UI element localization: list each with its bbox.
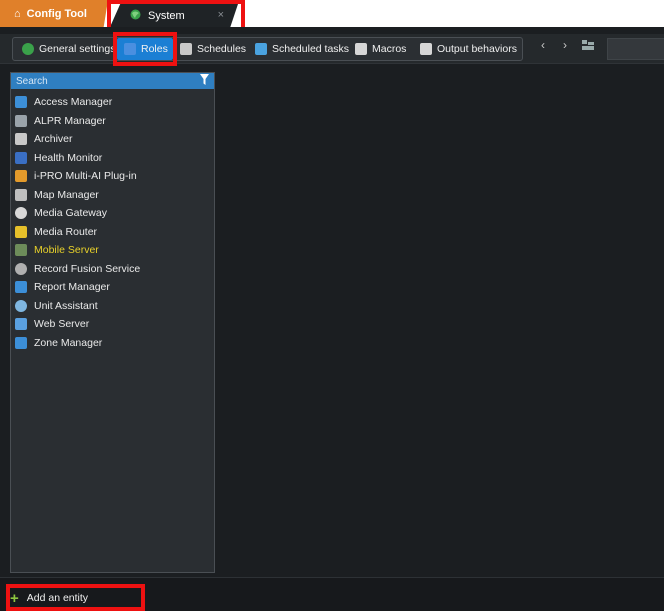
globe-icon [130,9,141,23]
calendar-icon [180,43,192,55]
tab-macros[interactable]: Macros [355,38,406,60]
home-icon: ⌂ [14,7,21,20]
tab-roles-label: Roles [141,43,168,55]
plus-icon: + [10,589,19,607]
plugin-icon [15,170,27,183]
list-item-label: Zone Manager [34,336,103,349]
back-button[interactable]: ‹ [541,38,545,52]
access-manager-icon [15,96,27,109]
mobile-server-icon [15,244,27,257]
list-item-label: Archiver [34,133,73,146]
list-item-label: i-PRO Multi-AI Plug-in [34,170,137,183]
list-item-label: Report Manager [34,281,110,294]
tab-system-label: System [148,9,185,22]
tab-schedules[interactable]: Schedules [180,38,246,60]
main-content-area [216,65,664,576]
roles-icon [124,43,136,55]
list-item-unit-assistant[interactable]: Unit Assistant [11,297,214,316]
list-item-media-gateway[interactable]: Media Gateway [11,204,214,223]
health-monitor-icon [15,151,27,164]
bottom-bar: + Add an entity [0,577,664,611]
task-toolbar: General settings Roles Schedules Schedul… [0,34,664,64]
list-item-report-manager[interactable]: Report Manager [11,278,214,297]
tab-scheduled-tasks-label: Scheduled tasks [272,43,350,55]
archiver-icon [15,133,27,146]
list-item-label: Unit Assistant [34,299,98,312]
tab-config-tool-label: Config Tool [26,7,87,20]
tab-system[interactable]: System × [110,4,238,27]
list-item-label: ALPR Manager [34,114,106,127]
map-manager-icon [15,188,27,201]
tab-config-tool[interactable]: ⌂ Config Tool [0,0,108,27]
list-item-label: Health Monitor [34,151,103,164]
toolbar-search-input[interactable] [607,38,664,60]
tab-macros-label: Macros [372,43,407,55]
app-body: General settings Roles Schedules Schedul… [0,27,664,611]
list-item-record-fusion[interactable]: Record Fusion Service [11,260,214,279]
filter-icon[interactable] [200,74,209,88]
globe-icon [22,43,34,55]
report-manager-icon [15,281,27,294]
list-item-label: Access Manager [34,96,113,109]
zone-manager-icon [15,336,27,349]
tasks-icon[interactable] [582,40,594,54]
list-item-label: Record Fusion Service [34,262,141,275]
list-item-label: Map Manager [34,188,99,201]
list-item-archiver[interactable]: Archiver [11,130,214,149]
macro-icon [355,43,367,55]
list-item-health-monitor[interactable]: Health Monitor [11,149,214,168]
add-entity-label: Add an entity [26,592,89,604]
list-item-alpr-manager[interactable]: ALPR Manager [11,112,214,131]
list-item-label: Mobile Server [34,244,99,257]
search-placeholder: Search [16,75,48,87]
unit-assistant-icon [15,299,27,312]
list-item-mobile-server[interactable]: Mobile Server [11,241,214,260]
close-icon[interactable]: × [218,9,224,21]
list-item-label: Media Router [34,225,98,238]
tab-scheduled-tasks[interactable]: Scheduled tasks [255,38,349,60]
output-icon [420,43,432,55]
list-item-access-manager[interactable]: Access Manager [11,93,214,112]
toolbar-group: General settings Roles Schedules Schedul… [12,37,523,61]
record-fusion-icon [15,262,27,275]
roles-list: Access Manager ALPR Manager Archiver Hea… [11,93,214,352]
tab-output-behaviors-label: Output behaviors [437,43,517,55]
tab-roles[interactable]: Roles [117,38,173,60]
list-item-map-manager[interactable]: Map Manager [11,186,214,205]
tab-strip: ⌂ Config Tool System × [0,0,664,27]
list-item-media-router[interactable]: Media Router [11,223,214,242]
list-item-label: Media Gateway [34,207,107,220]
alpr-manager-icon [15,114,27,127]
list-item-ipro-plugin[interactable]: i-PRO Multi-AI Plug-in [11,167,214,186]
media-gateway-icon [15,207,27,220]
tab-general-settings[interactable]: General settings [22,38,115,60]
search-input[interactable]: Search [11,73,214,89]
media-router-icon [15,225,27,238]
list-item-label: Web Server [34,318,90,331]
tab-general-settings-label: General settings [39,43,116,55]
list-item-web-server[interactable]: Web Server [11,315,214,334]
scheduled-task-icon [255,43,267,55]
tab-output-behaviors[interactable]: Output behaviors [420,38,517,60]
add-entity-button[interactable]: + Add an entity [10,590,88,606]
web-server-icon [15,318,27,331]
roles-panel: Search Access Manager ALPR Manager Archi… [10,72,215,573]
tab-schedules-label: Schedules [197,43,247,55]
forward-button[interactable]: › [563,38,567,52]
list-item-zone-manager[interactable]: Zone Manager [11,334,214,353]
